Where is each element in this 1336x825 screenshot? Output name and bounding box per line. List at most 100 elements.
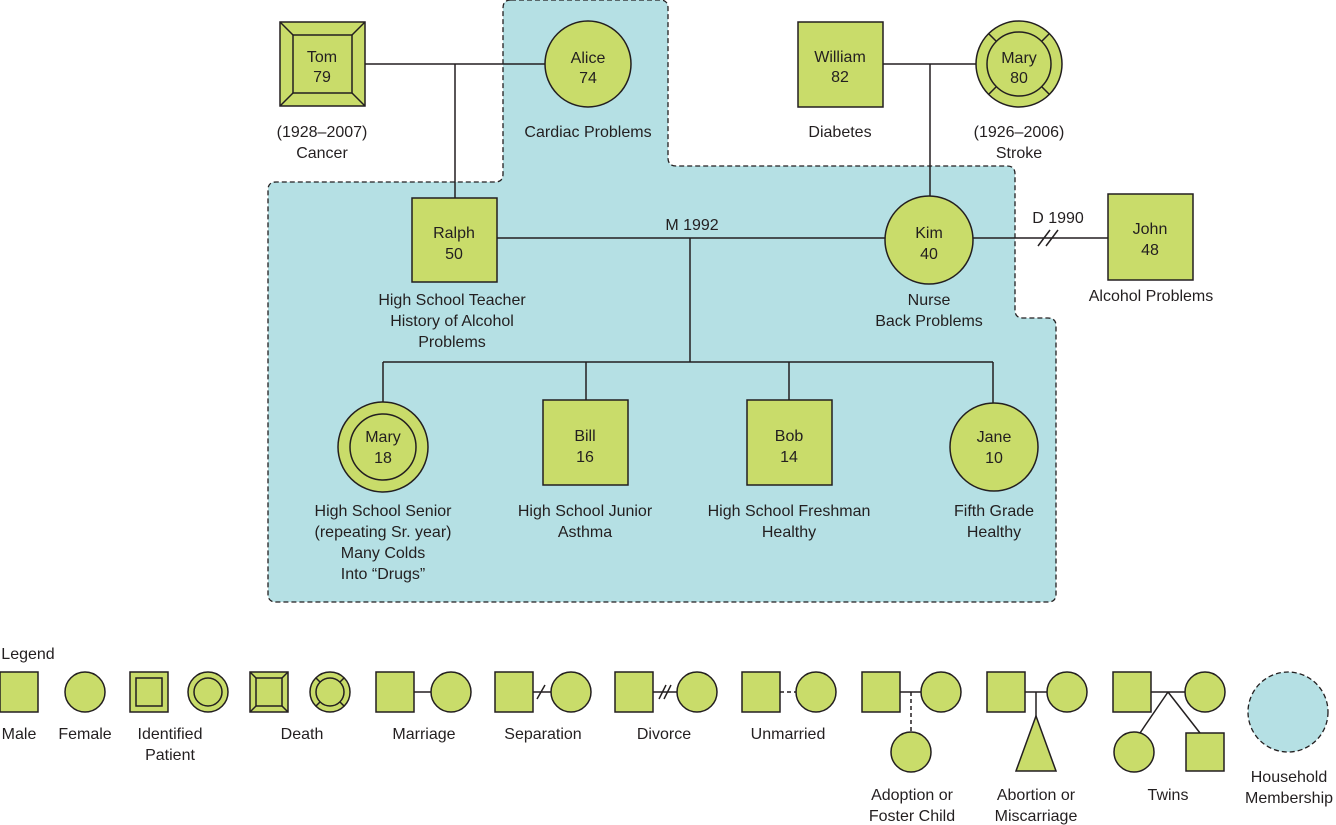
label: John [1133, 221, 1168, 238]
label: 18 [374, 450, 392, 467]
label: Nurse [908, 292, 951, 309]
symbol-shape [430, 671, 472, 713]
label: Mary [1001, 50, 1037, 67]
symbol-shape [1113, 731, 1155, 773]
label: Alice [571, 50, 606, 67]
person-mary-grandmother: Mary 80 (1926–2006) Stroke [974, 20, 1065, 162]
label: Mary [365, 429, 401, 446]
label: Marriage [392, 726, 455, 743]
legend-death: Death [249, 671, 351, 743]
label: Many Colds [341, 545, 425, 562]
label: Cancer [296, 145, 348, 162]
symbol-shape [494, 671, 534, 713]
label: Miscarriage [995, 808, 1078, 825]
symbol-shape [1046, 671, 1088, 713]
label: Divorce [637, 726, 691, 743]
label: William [814, 49, 866, 66]
label: Healthy [762, 524, 816, 541]
label: High School Senior [315, 503, 453, 520]
legend-household: Household Membership [1245, 671, 1333, 807]
label: Separation [504, 726, 581, 743]
label: (repeating Sr. year) [315, 524, 452, 541]
label: Fifth Grade [954, 503, 1034, 520]
label: 82 [831, 69, 849, 86]
legend-abortion: Abortion or Miscarriage [986, 671, 1088, 825]
label: 10 [985, 450, 1003, 467]
legend-twins: Twins [1112, 671, 1226, 804]
legend-female: Female [58, 671, 112, 743]
symbol-shape [949, 402, 1039, 492]
symbol-shape [890, 731, 932, 773]
symbol-shape [1247, 671, 1329, 753]
legend-marriage: Marriage [375, 671, 472, 743]
person-tom: Tom 79 (1928–2007) Cancer [277, 21, 368, 162]
label: 80 [1010, 70, 1028, 87]
label: History of Alcohol [390, 313, 514, 330]
label: (1926–2006) [974, 124, 1065, 141]
symbol-shape [920, 671, 962, 713]
label: Bill [574, 428, 595, 445]
label: Problems [418, 334, 486, 351]
label: Twins [1148, 787, 1189, 804]
label: Membership [1245, 790, 1333, 807]
legend-unmarried: Unmarried [741, 671, 837, 743]
label: Female [58, 726, 111, 743]
label: (1928–2007) [277, 124, 368, 141]
label: Into “Drugs” [341, 566, 425, 583]
label: Identified [138, 726, 203, 743]
genogram: M 1992 D 1990 Tom 79 (1928–2007) Cancer … [0, 0, 1333, 825]
person-john: John 48 Alcohol Problems [1089, 193, 1214, 305]
label: High School Freshman [708, 503, 871, 520]
label: Household [1251, 769, 1328, 786]
label: Kim [915, 225, 943, 242]
label: High School Teacher [378, 292, 526, 309]
label: Unmarried [751, 726, 826, 743]
label: Asthma [558, 524, 612, 541]
legend-identified-patient: Identified Patient [129, 671, 229, 764]
label: Stroke [996, 145, 1042, 162]
label: Legend [1, 646, 54, 663]
label: Jane [977, 429, 1012, 446]
label: 74 [579, 70, 597, 87]
symbol-shape [375, 671, 415, 713]
label: 79 [313, 69, 331, 86]
label: Diabetes [808, 124, 871, 141]
symbol-shape [64, 671, 106, 713]
label: Abortion or [997, 787, 1076, 804]
label: 40 [920, 246, 938, 263]
symbol-shape [676, 671, 718, 713]
symbol-shape [861, 671, 901, 713]
symbol-shape [1014, 713, 1058, 772]
label: 48 [1141, 242, 1159, 259]
label: 14 [780, 449, 798, 466]
label: Foster Child [869, 808, 955, 825]
label: Healthy [967, 524, 1021, 541]
symbol-shape [337, 401, 429, 493]
label: Death [281, 726, 324, 743]
label: Patient [145, 747, 195, 764]
symbol-shape [0, 671, 39, 713]
divorce-label: D 1990 [1032, 210, 1084, 227]
symbol-shape [1184, 671, 1226, 713]
label: Tom [307, 49, 337, 66]
symbol-shape [986, 671, 1026, 713]
label: Ralph [433, 225, 475, 242]
label: Male [2, 726, 37, 743]
label: Adoption or [871, 787, 954, 804]
symbol-shape [614, 671, 654, 713]
symbol-shape [1185, 732, 1225, 772]
label: Bob [775, 428, 804, 445]
label: Cardiac Problems [524, 124, 651, 141]
symbol-shape [550, 671, 592, 713]
legend-separation: Separation [494, 671, 592, 743]
label: 16 [576, 449, 594, 466]
symbol-shape [1112, 671, 1152, 713]
marriage-label: M 1992 [665, 217, 718, 234]
label: Alcohol Problems [1089, 288, 1214, 305]
label: 50 [445, 246, 463, 263]
legend: Legend Male Female Identified Patient De… [0, 646, 1333, 825]
symbol-shape [741, 671, 781, 713]
label: Back Problems [875, 313, 983, 330]
legend-adoption: Adoption or Foster Child [861, 671, 962, 825]
legend-male: Male [0, 671, 39, 743]
